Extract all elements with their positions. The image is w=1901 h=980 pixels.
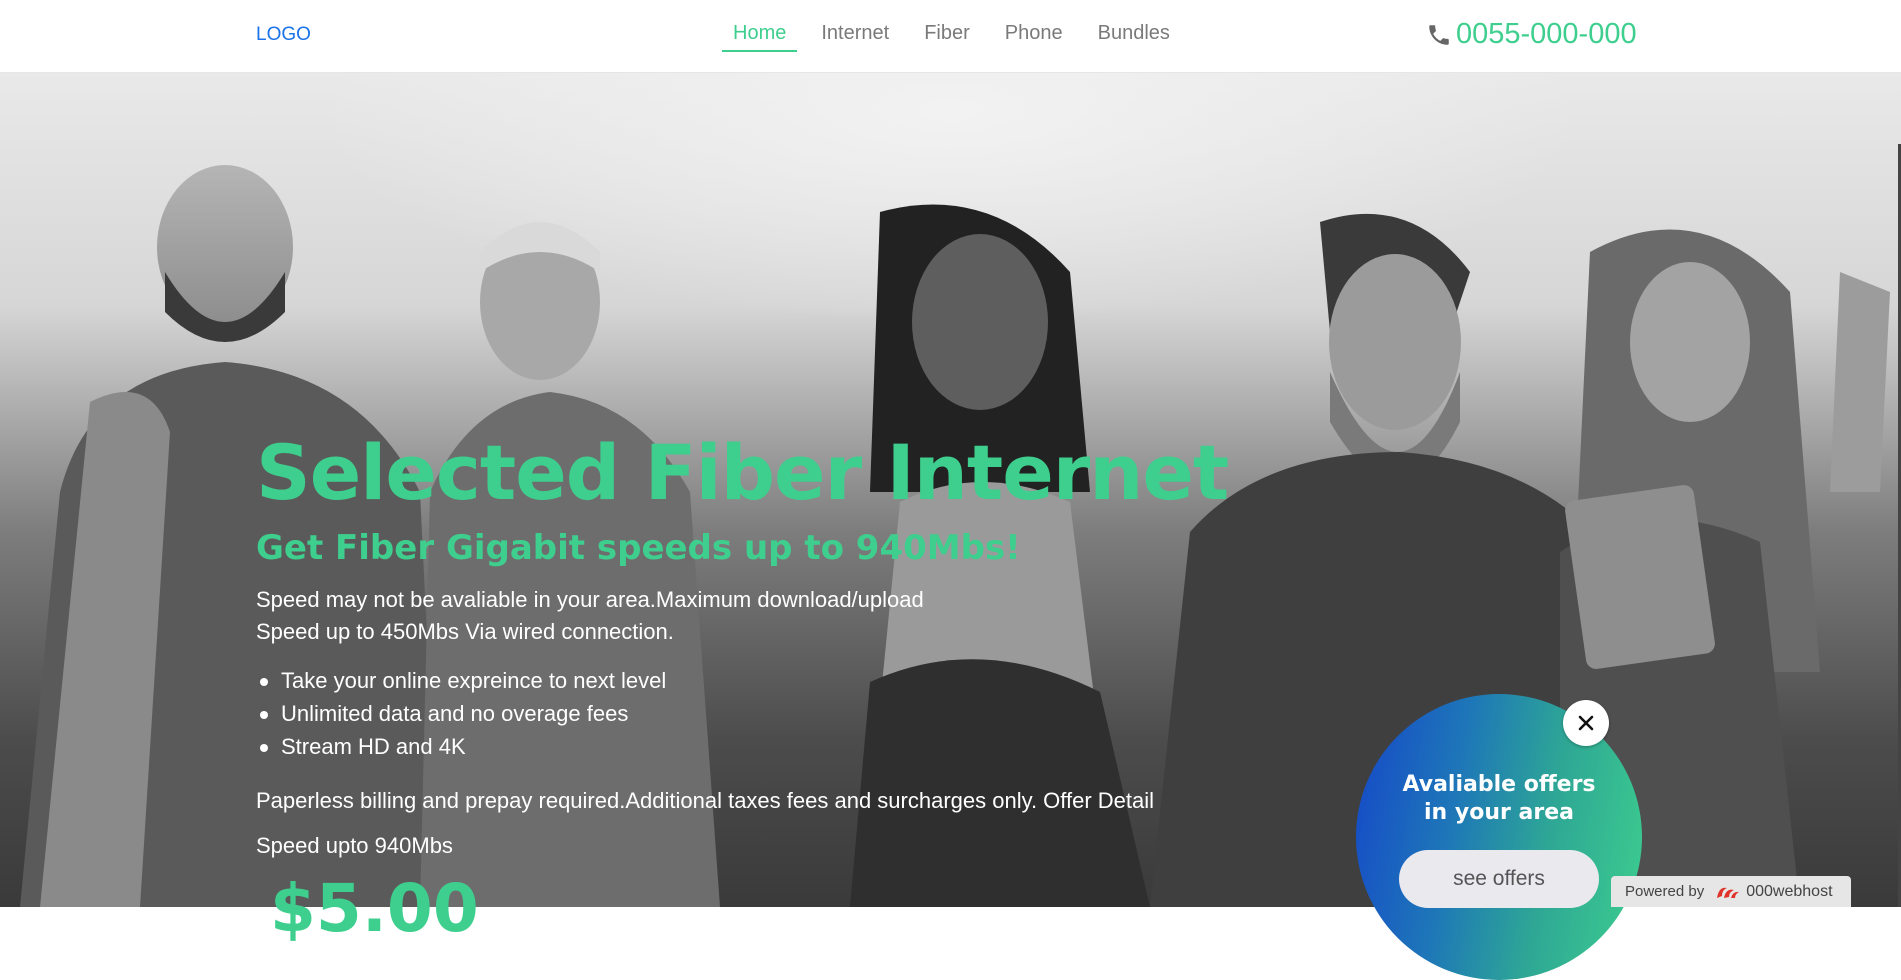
feature-list: Take your online expreince to next level… [256, 664, 666, 763]
phone-link[interactable]: 0055-000-000 [1426, 18, 1637, 51]
site-logo[interactable]: LOGO [256, 24, 311, 46]
powered-by-badge[interactable]: Powered by 000webhost [1611, 876, 1851, 907]
feature-item: Unlimited data and no overage fees [256, 697, 666, 730]
webhost-logo-icon [1717, 887, 1740, 898]
see-offers-button[interactable]: see offers [1399, 850, 1599, 908]
hero-description-line: Speed may not be avaliable in your area.… [256, 587, 924, 612]
speed-note: Speed upto 940Mbs [256, 833, 453, 858]
hero-title: Selected Fiber Internet [256, 428, 1229, 517]
offers-title-line: Avaliable offers [1402, 772, 1596, 797]
main-nav: Home Internet Fiber Phone Bundles [722, 22, 1194, 52]
phone-number: 0055-000-000 [1456, 18, 1637, 50]
fine-print: Paperless billing and prepay required.Ad… [256, 788, 1155, 813]
feature-item: Stream HD and 4K [256, 730, 666, 763]
hero-subtitle: Get Fiber Gigabit speeds up to 940Mbs! [256, 528, 1021, 568]
phone-icon [1429, 24, 1449, 45]
top-header: LOGO Home Internet Fiber Phone Bundles 0… [0, 0, 1901, 73]
close-icon [1578, 715, 1594, 731]
nav-item-home[interactable]: Home [722, 22, 798, 52]
nav-item-fiber[interactable]: Fiber [913, 22, 981, 51]
nav-item-bundles[interactable]: Bundles [1087, 22, 1181, 51]
nav-item-internet[interactable]: Internet [810, 22, 900, 51]
powered-by-label: Powered by [1625, 883, 1705, 900]
hero-description: Speed may not be avaliable in your area.… [256, 584, 1016, 648]
close-popup-button[interactable] [1563, 700, 1609, 746]
feature-item: Take your online expreince to next level [256, 664, 666, 697]
nav-item-phone[interactable]: Phone [994, 22, 1074, 51]
offers-popup-title: Avaliable offers in your area [1356, 771, 1642, 827]
powered-by-brand: 000webhost [1746, 882, 1833, 900]
price-value: $5.00 [270, 870, 479, 947]
offers-title-line: in your area [1424, 800, 1574, 825]
hero-description-line: Speed up to 450Mbs Via wired connection. [256, 619, 674, 644]
